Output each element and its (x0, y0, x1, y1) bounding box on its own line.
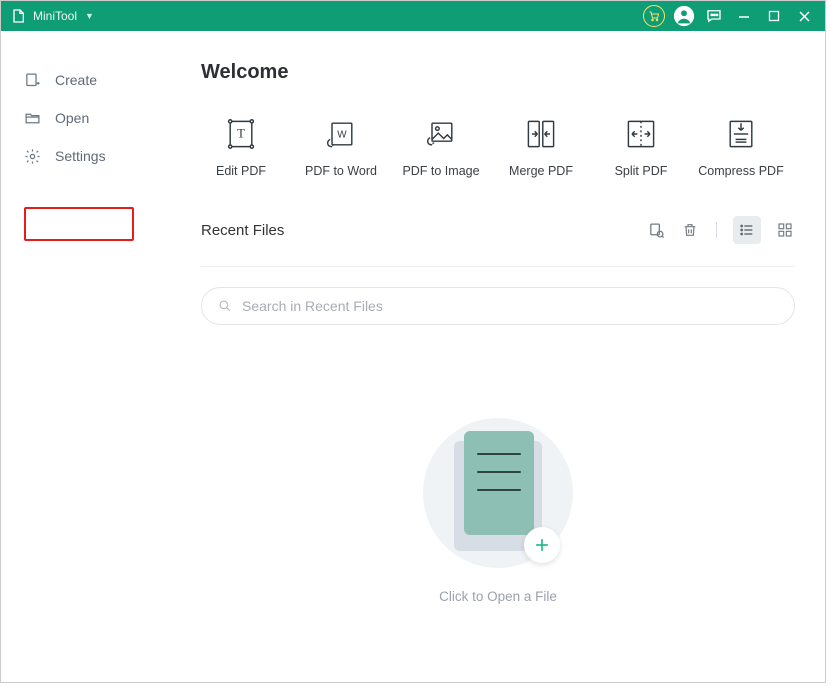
tool-split-pdf[interactable]: Split PDF (601, 114, 681, 178)
app-window: MiniTool ▼ C (0, 0, 826, 683)
sidebar-item-label: Create (55, 72, 97, 88)
maximize-button[interactable] (761, 3, 787, 29)
title-dropdown-icon[interactable]: ▼ (85, 11, 94, 21)
tool-pdf-to-image[interactable]: PDF to Image (401, 114, 481, 178)
document-graphic (418, 413, 578, 573)
close-button[interactable] (791, 3, 817, 29)
recent-files-header: Recent Files (201, 216, 795, 244)
tool-row: T Edit PDF W (201, 114, 795, 178)
account-button[interactable] (671, 3, 697, 29)
list-view-icon[interactable] (733, 216, 761, 244)
create-icon (21, 72, 43, 89)
svg-text:W: W (337, 130, 347, 141)
grid-view-icon[interactable] (775, 220, 795, 240)
gear-icon (21, 148, 43, 165)
tool-compress-pdf[interactable]: Compress PDF (701, 114, 781, 178)
app-title: MiniTool (33, 9, 77, 23)
split-pdf-icon (621, 114, 661, 154)
tool-label: PDF to Image (402, 164, 479, 178)
recent-search-input[interactable] (242, 298, 778, 314)
sidebar-item-label: Open (55, 110, 89, 126)
page-title: Welcome (201, 61, 795, 84)
tool-label: Split PDF (615, 164, 668, 178)
search-icon (218, 299, 232, 313)
tool-label: Compress PDF (698, 164, 783, 178)
feedback-button[interactable] (701, 3, 727, 29)
open-file-label: Click to Open a File (439, 589, 557, 604)
svg-text:T: T (237, 127, 245, 141)
app-logo-icon (9, 7, 27, 25)
open-file-drop-area[interactable]: Click to Open a File (201, 355, 795, 662)
open-icon (21, 110, 43, 127)
tool-label: Edit PDF (216, 164, 266, 178)
recent-files-title: Recent Files (201, 222, 646, 239)
delete-icon[interactable] (680, 220, 700, 240)
tool-label: PDF to Word (305, 164, 377, 178)
tool-merge-pdf[interactable]: Merge PDF (501, 114, 581, 178)
tool-pdf-to-word[interactable]: W PDF to Word (301, 114, 381, 178)
compress-pdf-icon (721, 114, 761, 154)
pdf-to-word-icon: W (321, 114, 361, 154)
sidebar-item-settings[interactable]: Settings (11, 137, 161, 175)
recent-search[interactable] (201, 287, 795, 325)
merge-pdf-icon (521, 114, 561, 154)
cart-button[interactable] (641, 3, 667, 29)
sidebar: Create Open Settings (1, 31, 171, 682)
history-filter-icon[interactable] (646, 220, 666, 240)
divider (201, 266, 795, 267)
sidebar-item-create[interactable]: Create (11, 61, 161, 99)
titlebar: MiniTool ▼ (1, 1, 825, 31)
sidebar-item-open[interactable]: Open (11, 99, 161, 137)
tool-edit-pdf[interactable]: T Edit PDF (201, 114, 281, 178)
plus-icon (524, 527, 560, 563)
separator (716, 222, 717, 238)
edit-pdf-icon: T (221, 114, 261, 154)
minimize-button[interactable] (731, 3, 757, 29)
main-panel: Welcome T Edit PDF (171, 31, 825, 682)
pdf-to-image-icon (421, 114, 461, 154)
recent-view-controls (646, 216, 795, 244)
sidebar-item-label: Settings (55, 148, 106, 164)
tool-label: Merge PDF (509, 164, 573, 178)
